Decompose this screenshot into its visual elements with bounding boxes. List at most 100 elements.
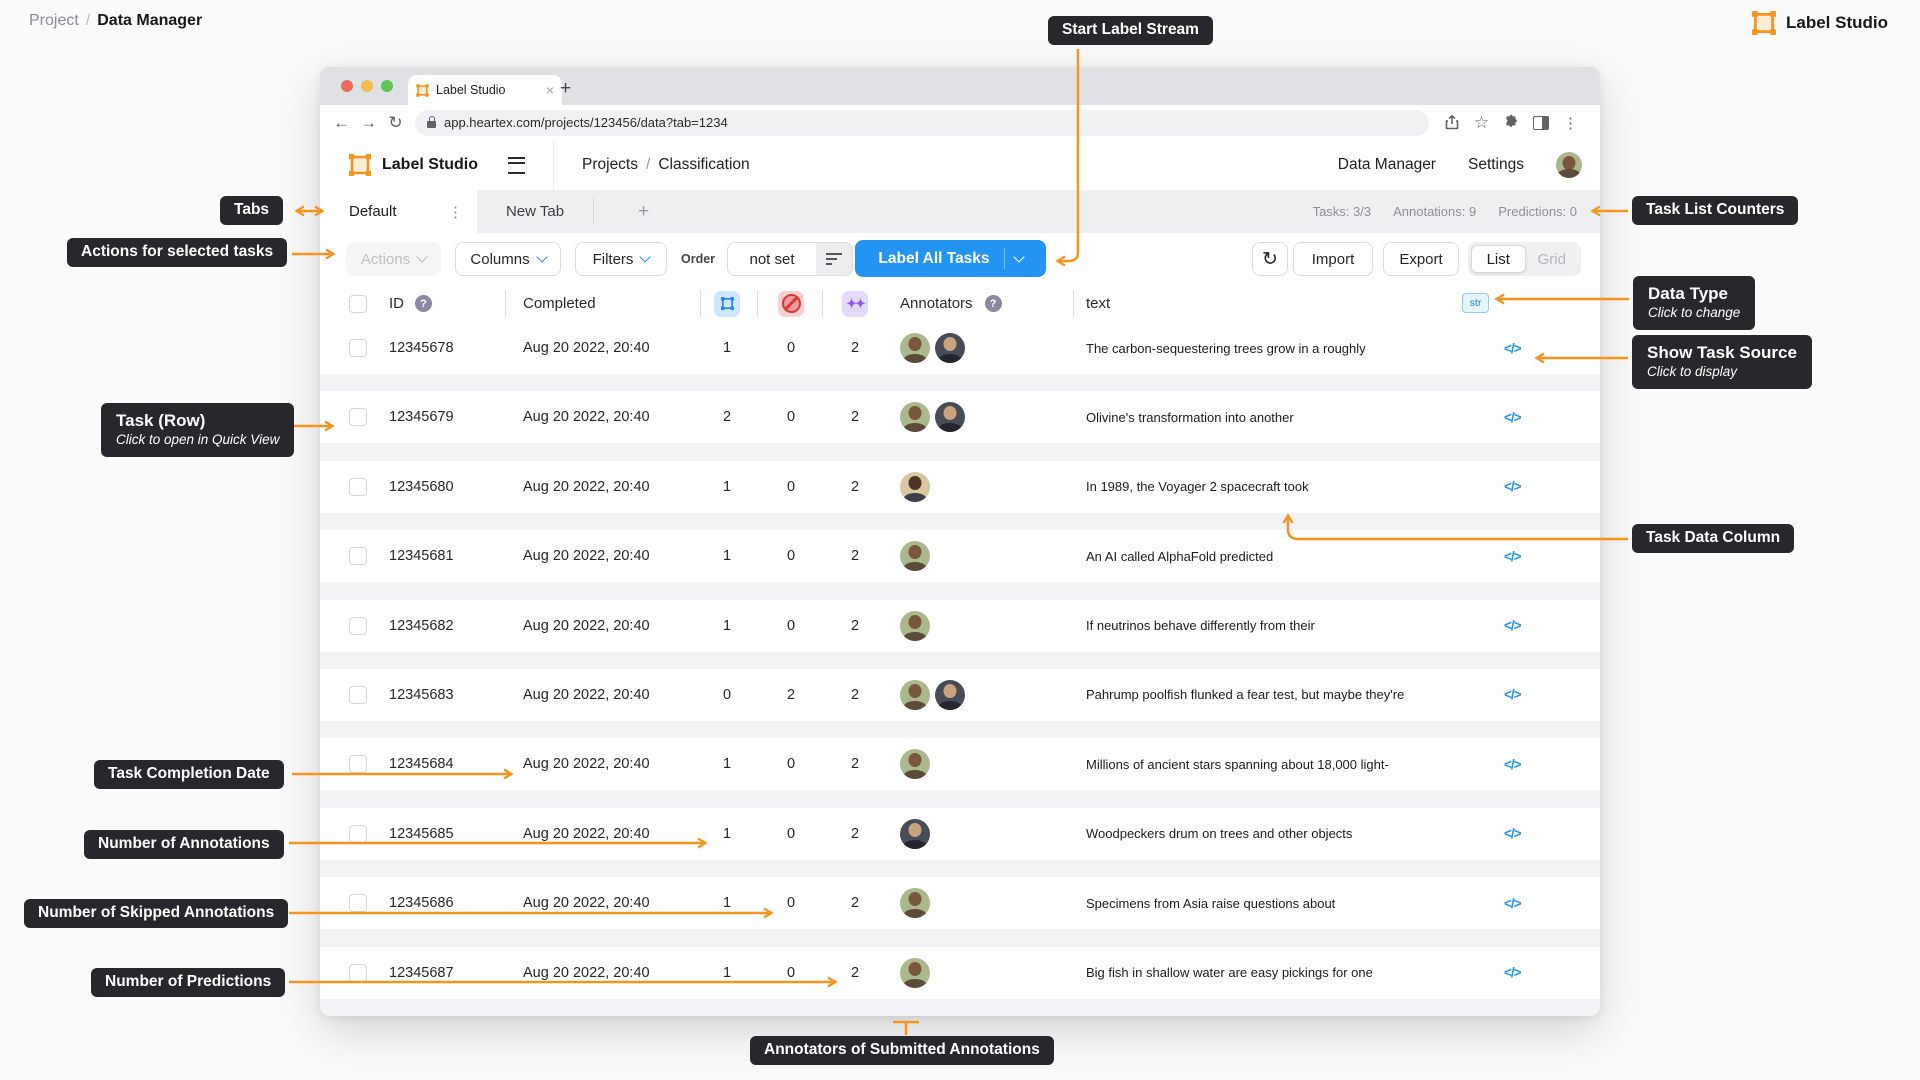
annotators-header-label: Annotators [900, 295, 973, 312]
annotator-avatar [900, 471, 930, 502]
task-row[interactable]: 12345685 Aug 20 2022, 20:40 1 0 2 Woodpeckers… [320, 807, 1600, 878]
data-type-badge[interactable]: str [1462, 293, 1489, 313]
annotator-avatar [935, 402, 965, 433]
tab-close-icon[interactable]: × [546, 83, 554, 97]
side-panel-icon[interactable] [1533, 115, 1549, 130]
tasks-counter: Tasks: 3/3 [1312, 204, 1372, 219]
column-header-annotators[interactable]: Annotators ? [900, 285, 1002, 322]
list-view-button[interactable]: List [1471, 245, 1526, 273]
row-checkbox[interactable] [349, 530, 367, 582]
callout-tabs: Tabs [220, 196, 284, 225]
tab-menu-kebab-icon[interactable]: ⋮ [448, 203, 463, 221]
order-control[interactable]: not set [727, 242, 853, 276]
order-value[interactable]: not set [728, 243, 816, 275]
task-text: The carbon-sequestering trees grow in a … [1086, 340, 1366, 356]
row-checkbox[interactable] [349, 322, 367, 374]
select-all-checkbox[interactable] [349, 285, 367, 322]
nav-projects-link[interactable]: Projects [582, 156, 638, 173]
browser-tab-title: Label Studio [436, 83, 506, 97]
back-icon[interactable]: ← [328, 113, 355, 133]
settings-link[interactable]: Settings [1468, 156, 1524, 174]
show-source-icon[interactable]: </> [1504, 600, 1522, 652]
app-brand-name: Label Studio [382, 156, 478, 173]
task-row[interactable]: 12345686 Aug 20 2022, 20:40 1 0 2 Specimens f… [320, 877, 1600, 947]
show-source-icon[interactable]: </> [1504, 738, 1522, 790]
prediction-count: 2 [850, 340, 860, 356]
add-tab-icon[interactable]: + [638, 190, 649, 233]
show-source-icon[interactable]: </> [1504, 391, 1522, 443]
refresh-button[interactable]: ↻ [1252, 242, 1288, 276]
annotator-avatar [900, 610, 930, 641]
tab-new-tab[interactable]: New Tab [477, 190, 593, 233]
task-completed-date: Aug 20 2022, 20:40 [523, 478, 650, 495]
data-manager-link[interactable]: Data Manager [1338, 156, 1436, 174]
show-source-icon[interactable]: </> [1504, 461, 1522, 513]
row-checkbox[interactable] [349, 669, 367, 721]
annotation-count: 2 [722, 409, 732, 426]
task-row[interactable]: 12345681 Aug 20 2022, 20:40 1 0 2 An AI calle… [320, 530, 1600, 600]
label-all-tasks-button[interactable]: Label All Tasks [855, 240, 1046, 277]
table-header: ID ? Completed ✦✦ Annotators ? text str [320, 285, 1600, 323]
grid-view-button[interactable]: Grid [1526, 245, 1579, 273]
browser-menu-kebab-icon[interactable]: ⋮ [1562, 114, 1579, 132]
show-source-icon[interactable]: </> [1504, 530, 1522, 582]
task-row[interactable]: 12345687 Aug 20 2022, 20:40 1 0 2 Big fish in… [320, 946, 1600, 1016]
row-checkbox[interactable] [349, 391, 367, 443]
close-window-button[interactable] [341, 80, 353, 92]
column-header-id[interactable]: ID ? [389, 285, 432, 322]
task-row[interactable]: 12345678 Aug 20 2022, 20:40 1 0 2 The carbon-… [320, 322, 1600, 392]
header-divider [1073, 290, 1074, 317]
annotator-avatar [900, 957, 930, 988]
export-button[interactable]: Export [1383, 242, 1459, 276]
row-checkbox[interactable] [349, 738, 367, 790]
row-checkbox[interactable] [349, 808, 367, 860]
show-source-icon[interactable]: </> [1504, 877, 1522, 929]
sort-direction-button[interactable] [816, 243, 852, 275]
help-icon[interactable]: ? [984, 295, 1002, 312]
row-checkbox[interactable] [349, 600, 367, 652]
show-source-icon[interactable]: </> [1504, 947, 1522, 999]
show-source-icon[interactable]: </> [1504, 669, 1522, 721]
import-button[interactable]: Import [1293, 242, 1373, 276]
column-header-annotation-results[interactable] [714, 285, 740, 322]
filters-dropdown[interactable]: Filters [575, 242, 667, 276]
sort-icon [826, 253, 842, 265]
forward-icon[interactable]: → [355, 113, 382, 133]
share-icon[interactable] [1443, 114, 1460, 131]
chevron-down-icon[interactable] [1012, 250, 1025, 263]
annotation-count: 1 [722, 895, 732, 912]
annotators-cell [900, 947, 930, 999]
bookmark-star-icon[interactable]: ☆ [1473, 113, 1490, 132]
row-checkbox[interactable] [349, 461, 367, 513]
task-row[interactable]: 12345683 Aug 20 2022, 20:40 0 2 2 Pahrump poo… [320, 668, 1600, 739]
actions-dropdown[interactable]: Actions [346, 242, 441, 276]
help-icon[interactable]: ? [415, 295, 432, 312]
address-bar[interactable]: app.heartex.com/projects/123456/data?tab… [415, 109, 1429, 136]
minimize-window-button[interactable] [361, 80, 373, 92]
task-row[interactable]: 12345682 Aug 20 2022, 20:40 1 0 2 If neutrino… [320, 599, 1600, 669]
reload-icon[interactable]: ↻ [382, 113, 409, 133]
column-header-skipped[interactable] [778, 285, 804, 322]
skipped-count: 0 [786, 617, 796, 634]
row-checkbox[interactable] [349, 877, 367, 929]
extensions-puzzle-icon[interactable] [1503, 114, 1520, 131]
tab-default[interactable]: Default ⋮ [320, 190, 477, 233]
column-header-completed[interactable]: Completed [523, 285, 596, 322]
show-source-icon[interactable]: </> [1504, 808, 1522, 860]
new-tab-icon[interactable]: + [560, 79, 571, 98]
column-header-text[interactable]: text [1086, 285, 1110, 322]
task-row[interactable]: 12345684 Aug 20 2022, 20:40 1 0 2 Millions of… [320, 738, 1600, 808]
annotation-count: 1 [722, 825, 732, 842]
app-logo-icon [348, 153, 372, 177]
task-row[interactable]: 12345679 Aug 20 2022, 20:40 2 0 2 Olivine's t… [320, 391, 1600, 461]
breadcrumb-project[interactable]: Project [29, 12, 79, 29]
browser-tab[interactable]: Label Studio × [408, 75, 562, 105]
maximize-window-button[interactable] [381, 80, 393, 92]
show-source-icon[interactable]: </> [1504, 322, 1522, 374]
hamburger-menu-icon[interactable] [508, 156, 525, 174]
columns-dropdown[interactable]: Columns [455, 242, 561, 276]
user-avatar[interactable] [1556, 152, 1582, 178]
task-row[interactable]: 12345680 Aug 20 2022, 20:40 1 0 2 In 1989, th… [320, 460, 1600, 531]
column-header-predictions[interactable]: ✦✦ [842, 285, 868, 322]
row-checkbox[interactable] [349, 947, 367, 999]
